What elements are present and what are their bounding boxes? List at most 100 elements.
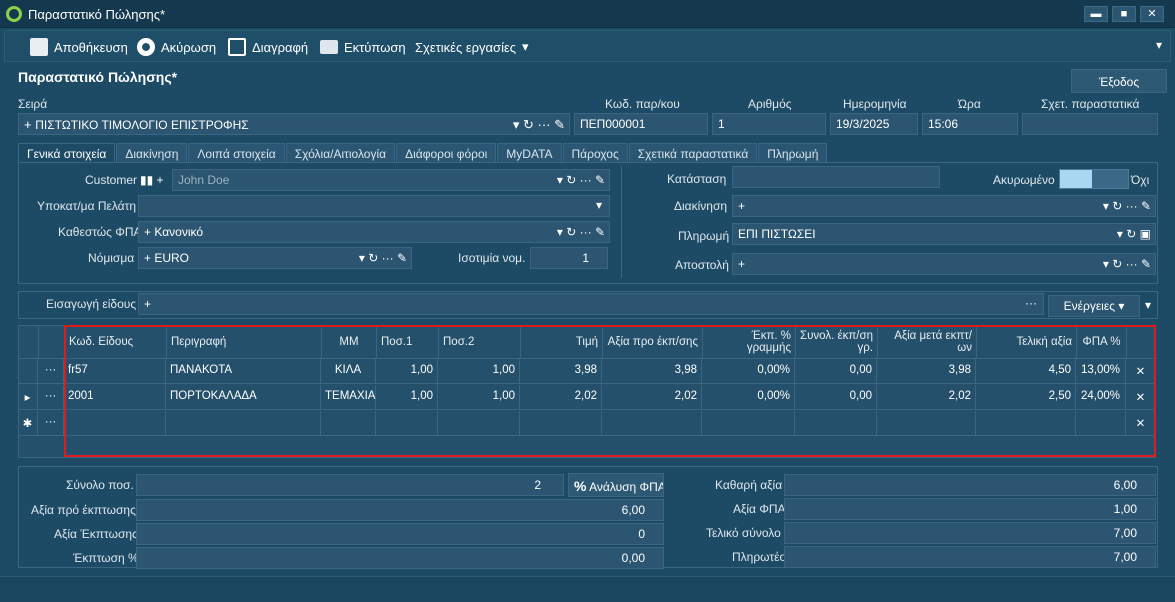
delete-icon: [228, 38, 246, 56]
row-indicator: [18, 359, 38, 384]
discount-pct-field[interactable]: 0,00: [136, 547, 664, 569]
status-bar: [0, 576, 1175, 602]
save-icon: [30, 38, 48, 56]
tab-strip: Γενικά στοιχεία Διακίνηση Λοιπά στοιχεία…: [18, 143, 828, 163]
tab-general[interactable]: Γενικά στοιχεία: [18, 143, 116, 163]
exit-button[interactable]: Έξοδος: [1071, 69, 1167, 93]
payable-field[interactable]: 7,00: [784, 546, 1156, 568]
tab-other[interactable]: Λοιπά στοιχεία: [188, 143, 285, 163]
vat-field[interactable]: 1,00: [784, 498, 1156, 520]
add-icon: +: [738, 257, 746, 271]
cancel-button[interactable]: Ακύρωση: [137, 36, 216, 58]
customer-value: John Doe: [178, 173, 230, 187]
bar-chart-icon[interactable]: ▮▮ +: [140, 173, 164, 187]
dispatch-controls-icon[interactable]: ▾ ↻ ··· ✎: [1103, 257, 1151, 271]
actions-label: Ενέργειες: [1063, 299, 1115, 313]
related-docs-field[interactable]: [1022, 113, 1158, 135]
actions-button[interactable]: Ενέργειες ▾: [1048, 295, 1140, 317]
toggle-knob: [1060, 170, 1092, 188]
window-title: Παραστατικό Πώλησης*: [28, 7, 166, 22]
series-controls-icon[interactable]: ▾ ↻ ··· ✎: [513, 117, 565, 133]
payment-label: Πληρωμή: [678, 229, 730, 243]
net-field[interactable]: 6,00: [784, 474, 1156, 496]
related-tasks-menu[interactable]: Σχετικές εργασίες ▾: [415, 36, 529, 58]
tab-provider[interactable]: Πάροχος: [562, 143, 628, 163]
series-label: Σειρά: [18, 97, 48, 111]
chevron-down-icon: ▾: [522, 39, 529, 54]
entry-field[interactable]: + ···: [138, 293, 1044, 315]
vat-status-value: Κανονικό: [154, 225, 204, 239]
currency-value: EURO: [154, 251, 190, 265]
qty-field[interactable]: 2: [136, 474, 564, 496]
tab-related-docs[interactable]: Σχετικά παραστατικά: [628, 143, 758, 163]
rate-label: Ισοτιμία νομ.: [458, 251, 526, 265]
branch-chevron-icon[interactable]: ▾: [596, 198, 602, 212]
minimize-button[interactable]: ▬: [1084, 6, 1108, 22]
shipping-controls-icon[interactable]: ▾ ↻ ··· ✎: [1103, 199, 1151, 213]
code-field[interactable]: ΠΕΠ000001: [574, 113, 708, 135]
state-field[interactable]: [732, 166, 940, 188]
row-indicator: ▸: [18, 385, 38, 410]
time-field[interactable]: 15:06: [922, 113, 1018, 135]
toolbar-overflow-button[interactable]: ▾: [1156, 38, 1162, 52]
actions-chevron-icon[interactable]: ▾: [1145, 298, 1151, 312]
delete-button[interactable]: Διαγραφή: [228, 36, 308, 58]
row-menu-button[interactable]: ···: [38, 385, 64, 410]
currency-controls-icon[interactable]: ▾ ↻ ··· ✎: [359, 251, 407, 265]
row-indicator: ✱: [18, 411, 38, 436]
save-button[interactable]: Αποθήκευση: [30, 36, 128, 58]
gross-field[interactable]: 6,00: [136, 499, 664, 521]
vat-status-field[interactable]: + Κανονικό ▾ ↻ ··· ✎: [138, 221, 610, 243]
add-icon: +: [144, 225, 155, 239]
date-label: Ημερομηνία: [843, 97, 907, 111]
entry-more-icon[interactable]: ···: [1025, 296, 1037, 310]
menu-header: [39, 326, 65, 359]
page-title: Παραστατικό Πώλησης*: [18, 69, 178, 85]
cancel-icon: [137, 38, 155, 56]
branch-field[interactable]: [138, 195, 610, 217]
print-label: Εκτύπωση: [344, 39, 406, 55]
payment-field[interactable]: ΕΠΙ ΠΙΣΤΩΣΕΙ ▾ ↻ ▣: [732, 223, 1156, 245]
vat-status-controls-icon[interactable]: ▾ ↻ ··· ✎: [557, 225, 605, 239]
cancelled-label: Ακυρωμένο: [993, 173, 1055, 187]
tab-mydata[interactable]: MyDATA: [497, 143, 562, 163]
entry-label: Εισαγωγή είδους: [46, 297, 137, 311]
series-field[interactable]: + ΠΙΣΤΩΤΙΚΟ ΤΙΜΟΛΟΓΙΟ ΕΠΙΣΤΡΟΦΗΣ ▾ ↻ ···…: [18, 113, 570, 135]
shipping-field[interactable]: + ▾ ↻ ··· ✎: [732, 195, 1156, 217]
dispatch-field[interactable]: + ▾ ↻ ··· ✎: [732, 253, 1156, 275]
branch-label: Υποκατ/μα Πελάτη: [37, 199, 137, 213]
discount-field[interactable]: 0: [136, 523, 664, 545]
currency-label: Νόμισμα: [88, 251, 135, 265]
cancel-label: Ακύρωση: [161, 39, 217, 55]
date-field[interactable]: 19/3/2025: [830, 113, 918, 135]
series-value: ΠΙΣΤΩΤΙΚΟ ΤΙΜΟΛΟΓΙΟ ΕΠΙΣΤΡΟΦΗΣ: [35, 118, 249, 132]
cancelled-toggle[interactable]: [1059, 169, 1129, 189]
app-logo-icon: [6, 6, 22, 22]
number-field[interactable]: 1: [712, 113, 826, 135]
rate-field[interactable]: 1: [530, 247, 608, 269]
code-label: Κωδ. παρ/κου: [605, 97, 680, 111]
time-label: Ώρα: [958, 97, 981, 111]
total-field[interactable]: 7,00: [784, 522, 1156, 544]
row-menu-button[interactable]: ···: [38, 411, 64, 436]
cancelled-value: Όχι: [1131, 173, 1150, 187]
print-button[interactable]: Εκτύπωση: [320, 36, 406, 58]
row-menu-button[interactable]: ···: [38, 359, 64, 384]
customer-controls-icon[interactable]: ▾ ↻ ··· ✎: [557, 173, 605, 187]
tab-shipping[interactable]: Διακίνηση: [116, 143, 188, 163]
dispatch-label: Αποστολή: [675, 258, 729, 272]
customer-field[interactable]: John Doe ▾ ↻ ··· ✎: [172, 169, 610, 191]
customer-label: Customer: [85, 173, 138, 187]
tab-taxes[interactable]: Διάφοροι φόροι: [396, 143, 497, 163]
related-docs-label: Σχετ. παραστατικά: [1041, 97, 1140, 111]
payment-controls-icon[interactable]: ▾ ↻ ▣: [1117, 227, 1151, 241]
tab-payment[interactable]: Πληρωμή: [758, 143, 828, 163]
panel-divider: [621, 166, 622, 278]
save-label: Αποθήκευση: [54, 39, 128, 55]
vat-analysis-button[interactable]: % Ανάλυση ΦΠΑ: [568, 473, 664, 497]
qty-label: Σύνολο ποσ.: [66, 478, 134, 492]
tab-comments[interactable]: Σχόλια/Αιτιολογία: [285, 143, 396, 163]
maximize-button[interactable]: ■: [1112, 6, 1136, 22]
currency-field[interactable]: + EURO ▾ ↻ ··· ✎: [138, 247, 412, 269]
close-window-button[interactable]: ✕: [1140, 6, 1164, 22]
